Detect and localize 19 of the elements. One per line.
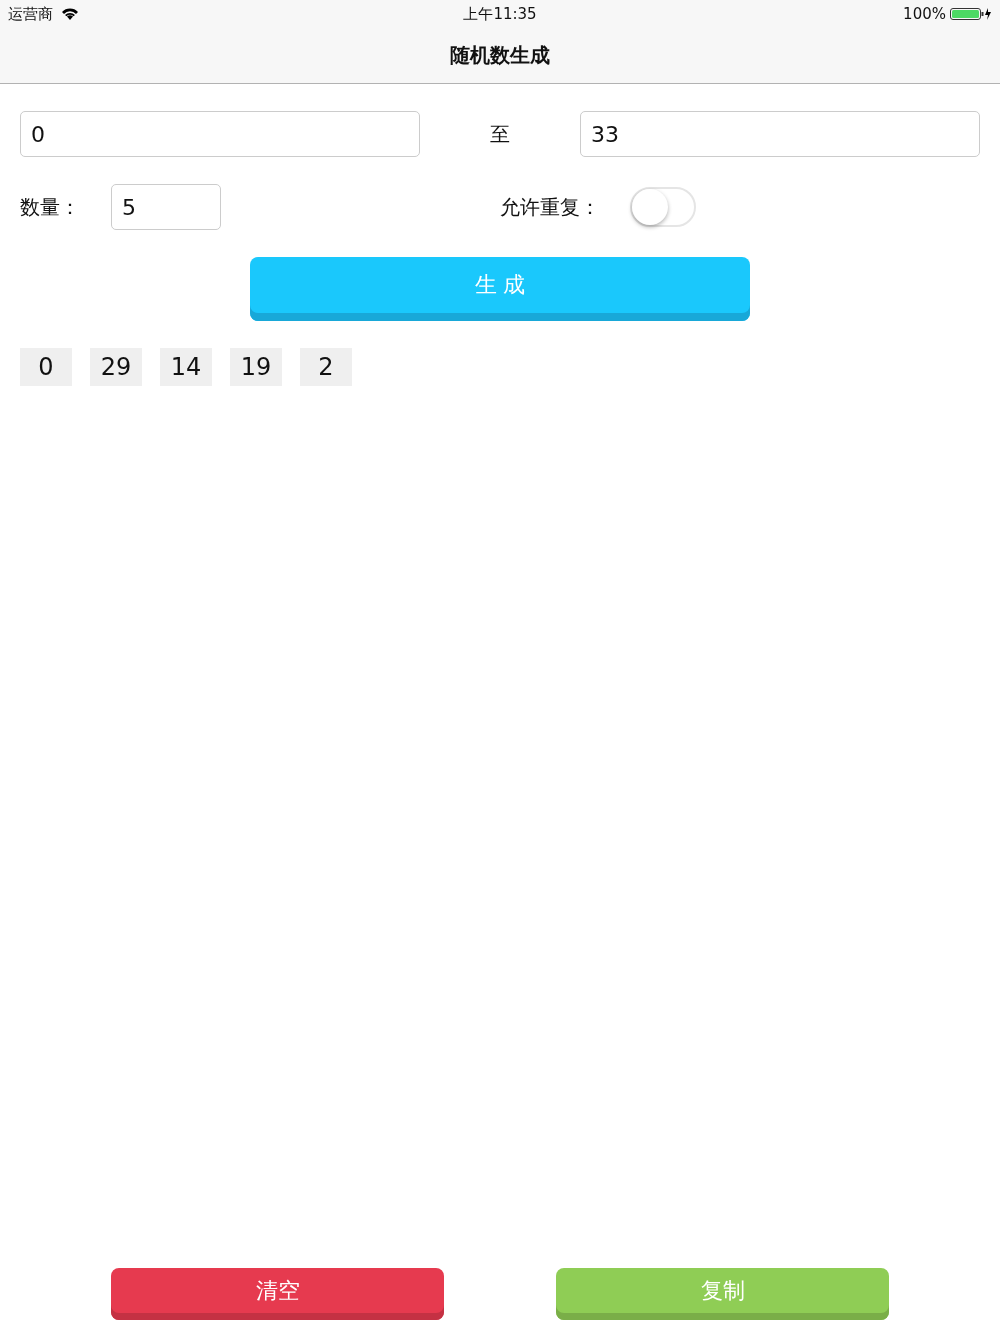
count-input[interactable]: 5 <box>111 184 221 230</box>
carrier-name: 运营商 <box>8 4 53 24</box>
nav-title: 随机数生成 <box>450 42 550 69</box>
allow-repeat-label: 允许重复： <box>500 193 600 221</box>
result-number: 19 <box>230 348 282 386</box>
battery-percent: 100% <box>903 5 946 23</box>
min-input[interactable]: 0 <box>20 111 420 157</box>
battery-icon <box>950 7 992 21</box>
result-number: 29 <box>90 348 142 386</box>
status-time: 上午11:35 <box>463 4 537 24</box>
clear-button[interactable]: 清空 <box>111 1268 444 1320</box>
result-number: 14 <box>160 348 212 386</box>
range-separator: 至 <box>489 120 511 148</box>
wifi-icon <box>61 7 79 21</box>
result-number: 2 <box>300 348 352 386</box>
count-label: 数量： <box>20 193 81 221</box>
result-number: 0 <box>20 348 72 386</box>
max-input[interactable]: 33 <box>580 111 980 157</box>
repeat-toggle[interactable] <box>630 187 696 227</box>
